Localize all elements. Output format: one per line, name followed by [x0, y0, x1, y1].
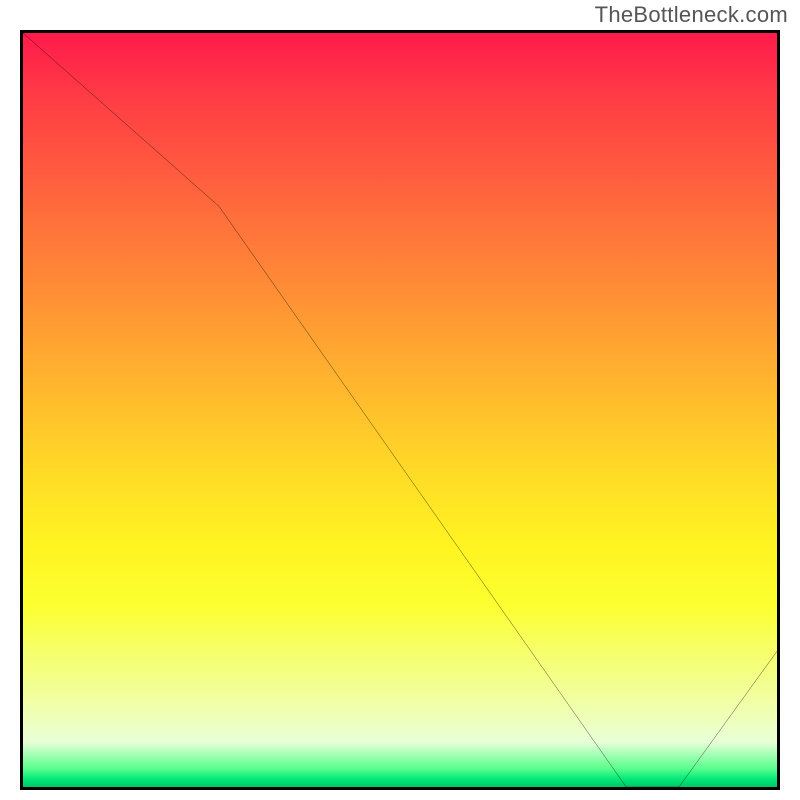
watermark-text: TheBottleneck.com [595, 2, 788, 28]
plot-area [20, 30, 780, 790]
gradient-background [23, 33, 777, 787]
chart-container: TheBottleneck.com [0, 0, 800, 800]
